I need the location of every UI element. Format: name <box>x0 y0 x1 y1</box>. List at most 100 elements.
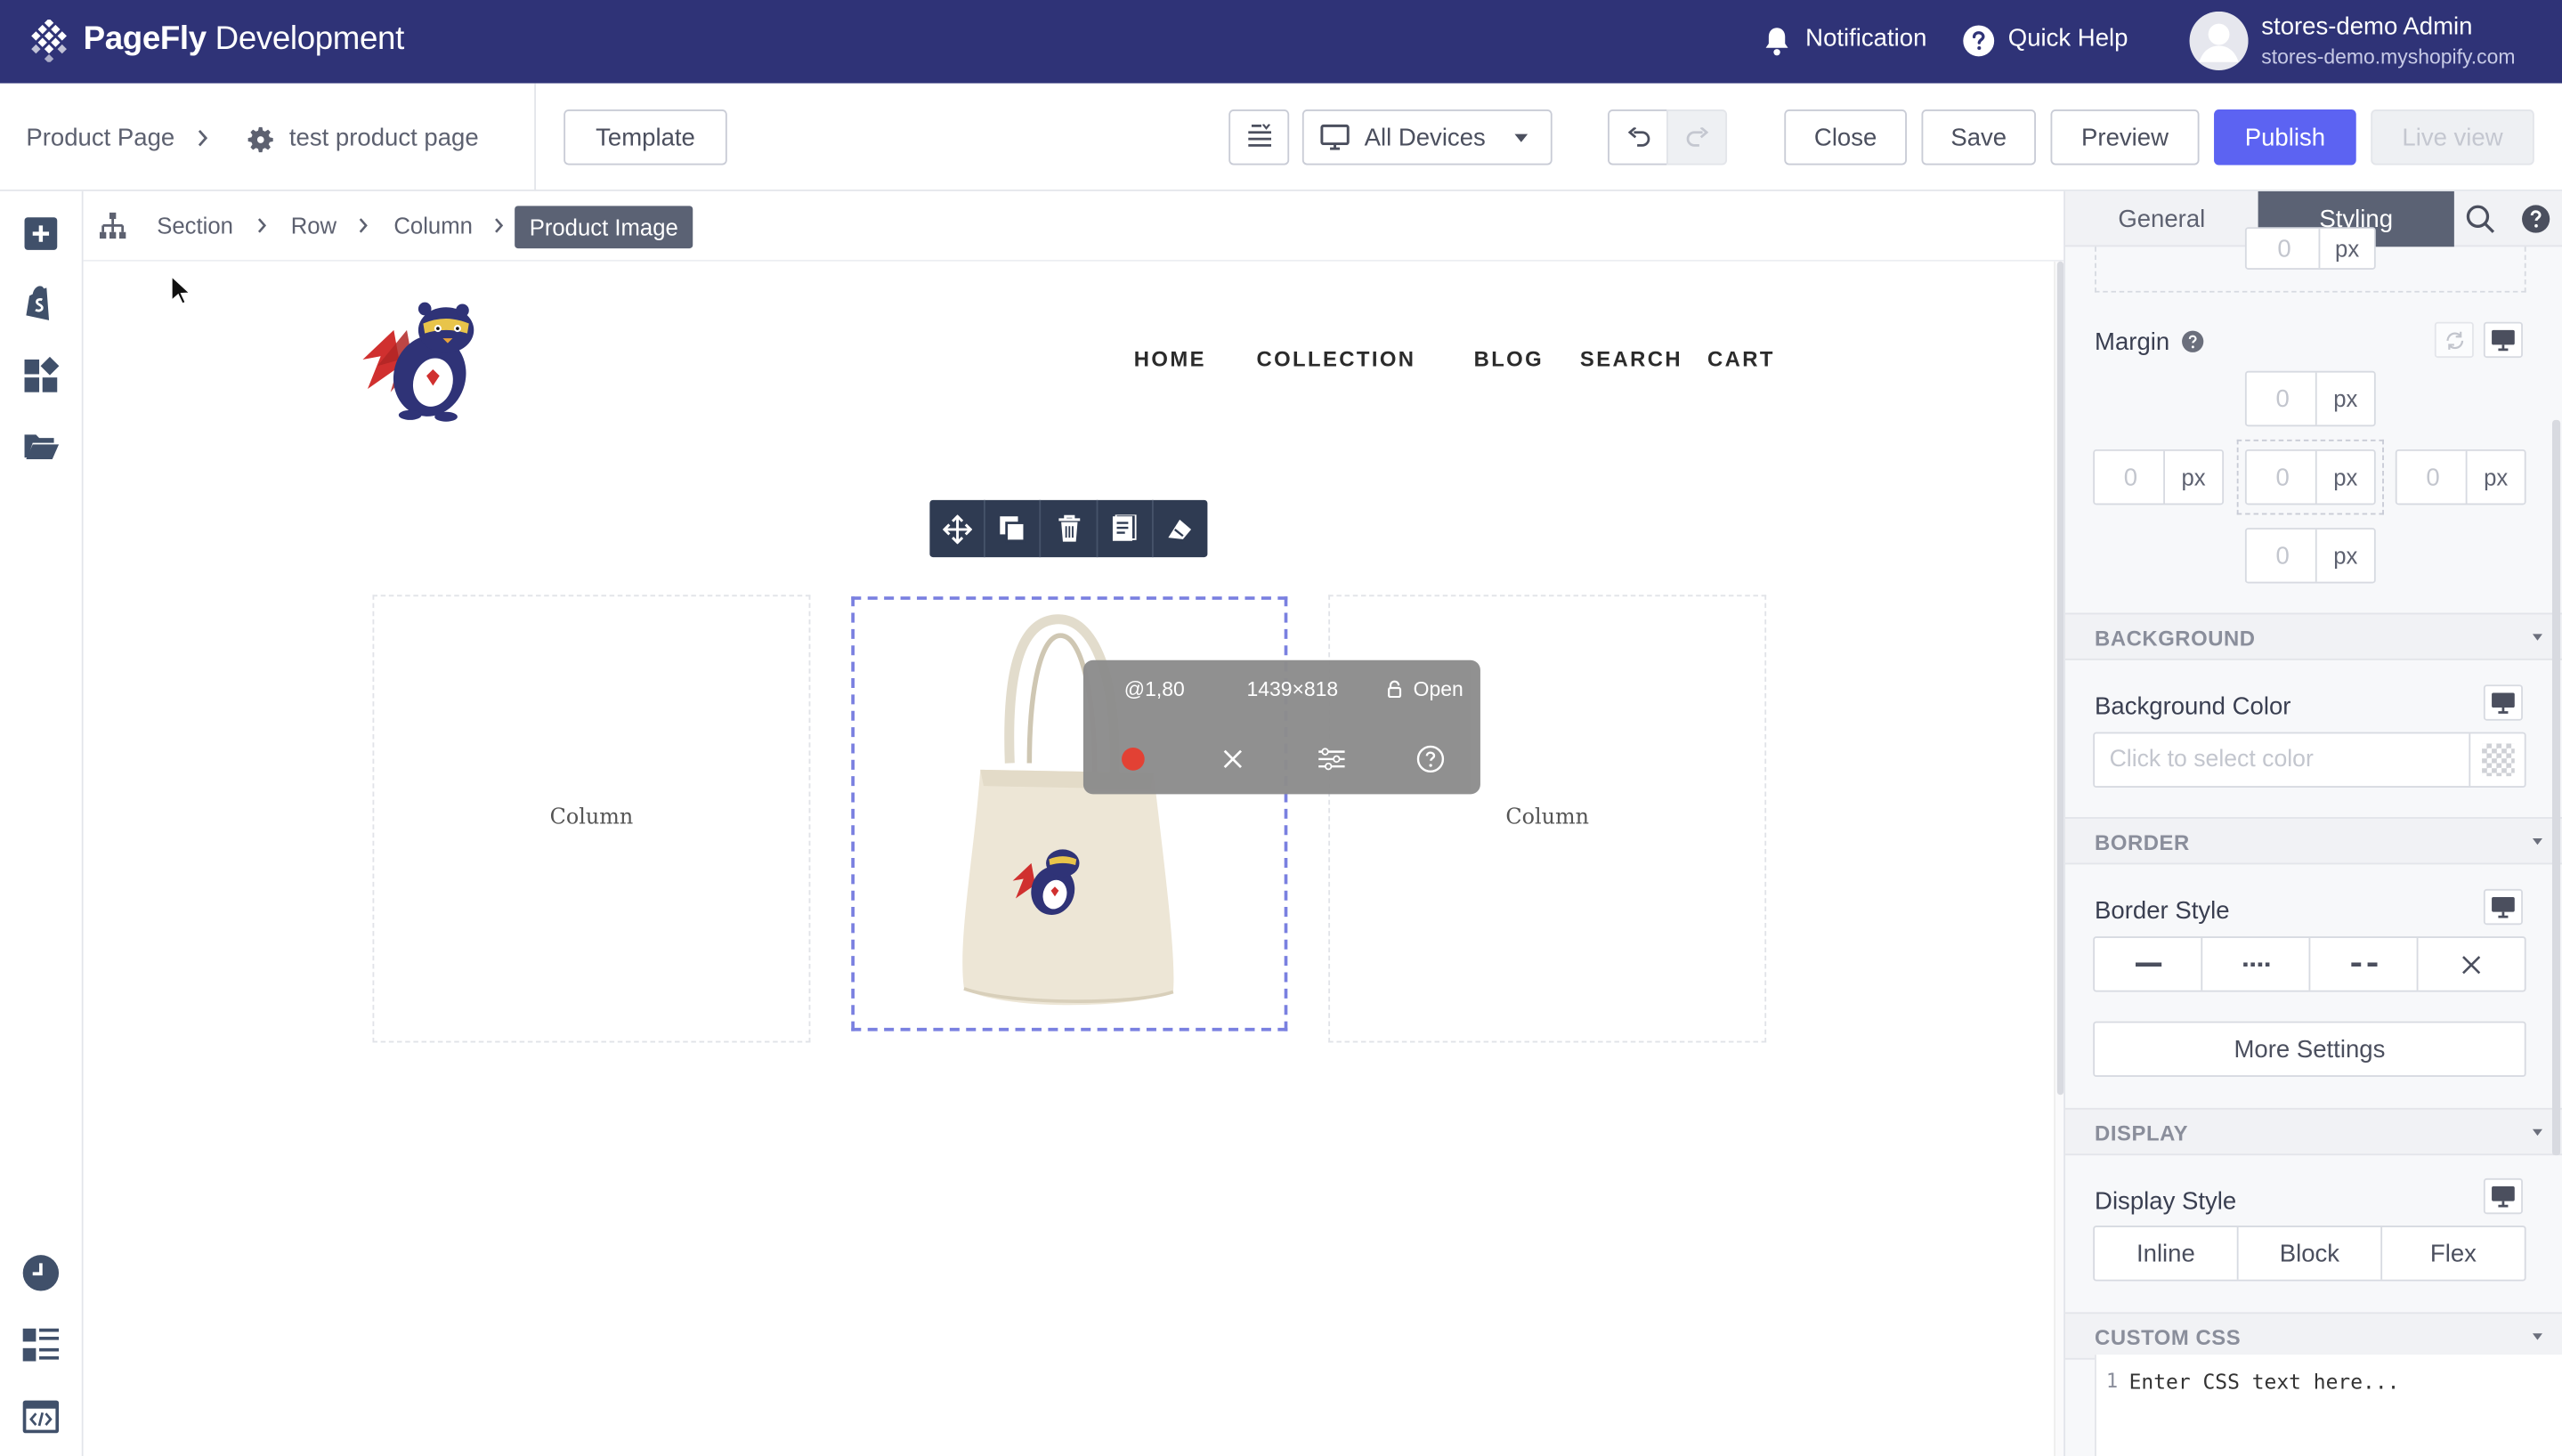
delete-button[interactable] <box>1042 499 1098 558</box>
close-icon[interactable] <box>1222 748 1244 770</box>
desktop-icon <box>2492 1186 2515 1208</box>
code-editor-icon[interactable] <box>21 1397 61 1436</box>
duplicate-icon <box>1000 516 1026 543</box>
user-name[interactable]: stores-demo Admin <box>2261 13 2472 41</box>
close-button[interactable]: Close <box>1784 109 1907 166</box>
margin-device-button[interactable] <box>2483 321 2523 359</box>
quick-help-link[interactable]: Quick Help <box>2008 25 2128 53</box>
nav-blog[interactable]: BLOG <box>1474 346 1544 371</box>
style-paint-button[interactable] <box>1153 500 1207 557</box>
undo-button[interactable] <box>1608 109 1669 166</box>
sync-margin-button[interactable] <box>2434 321 2474 359</box>
sync-icon <box>2445 330 2463 350</box>
element-breadcrumb: Section Row Column Product Image <box>83 190 2064 262</box>
border-dashed-option[interactable] <box>2310 937 2419 991</box>
display-flex-option[interactable]: Flex <box>2382 1227 2525 1280</box>
outline-button[interactable] <box>1228 109 1290 166</box>
column-label: Column <box>549 805 634 830</box>
tab-general[interactable]: General <box>2065 191 2258 247</box>
border-device-button[interactable] <box>2483 888 2523 926</box>
border-solid-option[interactable] <box>2095 937 2203 991</box>
solid-line-icon <box>2135 961 2161 967</box>
shopify-icon[interactable] <box>21 284 61 323</box>
panel-scrollbar-thumb[interactable] <box>2551 419 2561 1156</box>
bell-icon[interactable] <box>1763 26 1790 57</box>
page-name[interactable]: test product page <box>289 125 479 152</box>
margin-bottom-input[interactable]: 0 px <box>2244 528 2376 584</box>
breadcrumb-column[interactable]: Column <box>393 213 473 239</box>
border-style-label: Border Style <box>2095 897 2230 926</box>
device-select[interactable]: All Devices <box>1301 109 1553 166</box>
help-circle-icon[interactable] <box>2521 205 2550 234</box>
eraser-icon <box>1169 518 1192 539</box>
left-sidebar <box>0 190 84 1456</box>
section-header-display[interactable]: DISPLAY <box>2065 1107 2562 1156</box>
border-none-option[interactable] <box>2418 938 2524 991</box>
template-button[interactable]: Template <box>563 109 727 166</box>
publish-button[interactable]: Publish <box>2214 109 2356 166</box>
nav-collection[interactable]: COLLECTION <box>1256 346 1415 371</box>
margin-right-input[interactable]: 0 px <box>2395 449 2526 506</box>
save-button[interactable]: Save <box>1921 109 2036 166</box>
nav-search[interactable]: SEARCH <box>1580 346 1682 371</box>
add-element-icon[interactable] <box>21 214 61 254</box>
sections-icon[interactable] <box>21 356 61 395</box>
preview-button[interactable]: Preview <box>2050 109 2200 166</box>
settings-sliders-icon[interactable] <box>1317 747 1346 772</box>
column-placeholder-left[interactable]: Column <box>372 595 811 1043</box>
dashed-line-icon <box>2350 961 2377 967</box>
help-icon[interactable] <box>1416 745 1445 773</box>
background-color-input[interactable]: Click to select color <box>2093 732 2526 789</box>
caret-down-icon <box>2532 1128 2542 1136</box>
scrollbar-thumb[interactable] <box>2056 261 2064 1096</box>
dotted-line-icon <box>2242 961 2269 967</box>
display-block-option[interactable]: Block <box>2239 1226 2383 1280</box>
save-as-section-button[interactable] <box>1098 499 1154 558</box>
border-dotted-option[interactable] <box>2202 937 2311 991</box>
duplicate-button[interactable] <box>985 499 1042 558</box>
margin-top-input[interactable]: 0 px <box>2244 370 2376 427</box>
padding-bottom-input[interactable]: 0 px <box>2244 227 2376 270</box>
color-swatch[interactable] <box>2469 733 2524 787</box>
nav-home[interactable]: HOME <box>1134 346 1206 371</box>
gear-icon[interactable] <box>245 125 276 156</box>
folder-open-icon[interactable] <box>21 426 61 465</box>
custom-css-editor[interactable]: 1 Enter CSS text here... <box>2095 1355 2562 1456</box>
breadcrumb-section[interactable]: Section <box>157 213 233 239</box>
css-placeholder: Enter CSS text here... <box>2128 1369 2400 1395</box>
editor-canvas[interactable]: HOME COLLECTION BLOG SEARCH CART Column … <box>83 261 2055 1456</box>
redo-button[interactable] <box>1666 109 1728 166</box>
breadcrumb-active-product-image[interactable]: Product Image <box>515 206 693 249</box>
margin-left-input[interactable]: 0 px <box>2093 449 2225 506</box>
layers-list-icon[interactable] <box>21 1325 61 1364</box>
section-header-custom-css[interactable]: CUSTOM CSS <box>2065 1312 2562 1360</box>
section-header-background[interactable]: BACKGROUND <box>2065 612 2562 660</box>
notification-link[interactable]: Notification <box>1805 25 1926 53</box>
avatar[interactable] <box>2189 11 2249 70</box>
search-icon[interactable] <box>2466 205 2495 234</box>
background-device-button[interactable] <box>2483 684 2523 721</box>
move-arrows-icon <box>942 514 972 544</box>
history-clock-icon[interactable] <box>21 1253 61 1292</box>
recorder-lock-state[interactable]: Open <box>1414 678 1463 701</box>
trash-icon <box>1058 514 1080 542</box>
display-device-button[interactable] <box>2483 1177 2523 1215</box>
display-inline-option[interactable]: Inline <box>2095 1226 2239 1280</box>
sitemap-icon[interactable] <box>98 212 127 240</box>
screen-recorder-popup: @1,80 1439×818 Open <box>1082 659 1480 795</box>
help-circle-icon[interactable] <box>1962 25 1995 58</box>
record-icon[interactable] <box>1121 747 1146 772</box>
store-logo[interactable] <box>358 295 492 425</box>
margin-center-input[interactable]: 0 px <box>2244 449 2376 506</box>
live-view-button[interactable]: Live view <box>2371 109 2534 166</box>
section-header-border[interactable]: BORDER <box>2065 817 2562 865</box>
more-settings-button[interactable]: More Settings <box>2093 1021 2526 1078</box>
desktop-icon <box>2492 329 2515 352</box>
move-button[interactable] <box>929 499 986 558</box>
help-icon[interactable] <box>2181 330 2204 353</box>
transparent-swatch-icon <box>2481 743 2514 777</box>
breadcrumb-row[interactable]: Row <box>291 213 336 239</box>
nav-cart[interactable]: CART <box>1707 346 1775 371</box>
canvas-scrollbar[interactable] <box>2054 261 2064 1456</box>
page-type-link[interactable]: Product Page <box>26 125 174 152</box>
